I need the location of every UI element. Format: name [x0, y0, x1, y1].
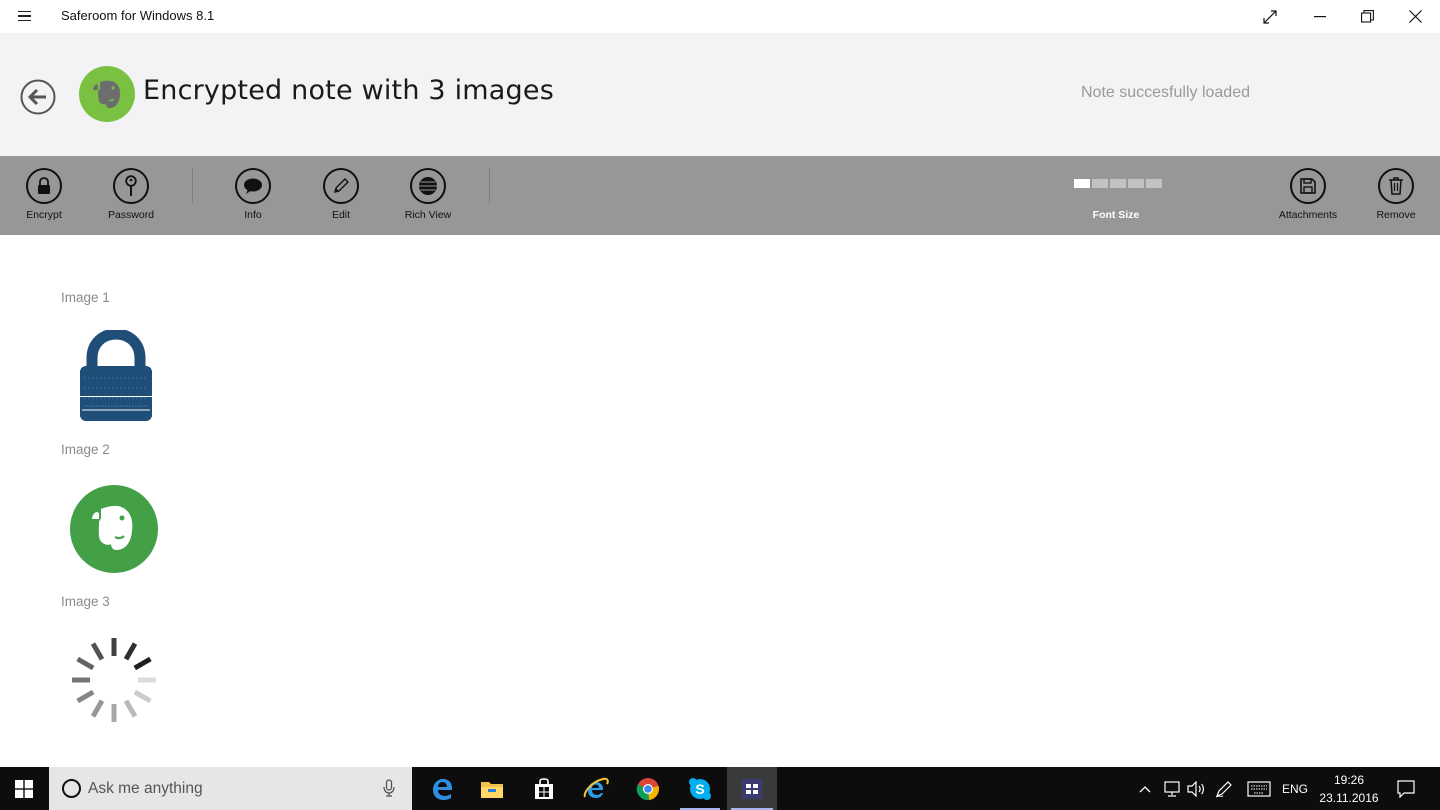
chrome-icon[interactable]: [624, 767, 672, 810]
microphone-icon[interactable]: [383, 779, 395, 801]
fullscreen-icon[interactable]: [1247, 0, 1293, 33]
spinner-tick: [76, 656, 95, 671]
pen-workspace-icon[interactable]: [1212, 767, 1236, 810]
app-title: Saferoom for Windows 8.1: [61, 8, 215, 23]
edit-button[interactable]: Edit: [301, 156, 381, 235]
command-bar: Encrypt Password Info Edit Rich View Att…: [0, 156, 1440, 235]
cortana-icon: [62, 779, 81, 798]
speech-bubble-icon: [235, 168, 271, 204]
rich-view-button[interactable]: Rich View: [388, 156, 468, 235]
input-language[interactable]: ENG: [1278, 767, 1312, 810]
language-label: ENG: [1281, 781, 1308, 796]
spinner-tick: [90, 642, 105, 661]
pencil-icon: [323, 168, 359, 204]
font-size-label: Font Size: [1092, 209, 1140, 221]
file-explorer-icon[interactable]: [468, 767, 516, 810]
attachments-button[interactable]: Attachments: [1268, 156, 1348, 235]
image-2-label: Image 2: [61, 442, 110, 457]
font-size-step[interactable]: [1146, 179, 1162, 188]
image-3-label: Image 3: [61, 594, 110, 609]
taskbar-clock[interactable]: 19:26 23.11.2016: [1317, 771, 1381, 807]
remove-button[interactable]: Remove: [1356, 156, 1436, 235]
spinner-tick: [123, 699, 138, 718]
touch-keyboard-icon[interactable]: [1244, 767, 1274, 810]
windows-start-icon[interactable]: [0, 767, 48, 810]
restore-icon[interactable]: [1344, 0, 1390, 33]
back-button[interactable]: [20, 79, 56, 115]
image-1-label: Image 1: [61, 290, 110, 305]
spinner-tick: [76, 689, 95, 704]
network-icon[interactable]: [1160, 767, 1184, 810]
font-size-slider[interactable]: [1074, 179, 1162, 189]
evernote-elephant-icon: [79, 66, 135, 122]
action-center-icon[interactable]: [1392, 767, 1420, 810]
font-size-step[interactable]: [1128, 179, 1144, 188]
search-placeholder: Ask me anything: [88, 780, 203, 797]
password-button[interactable]: Password: [91, 156, 171, 235]
info-button[interactable]: Info: [213, 156, 293, 235]
font-size-step[interactable]: [1092, 179, 1108, 188]
clock-time: 19:26: [1333, 773, 1365, 787]
toolbar-separator: [489, 168, 490, 203]
volume-icon[interactable]: [1185, 767, 1209, 810]
windows-taskbar: Ask me anything S ENG 19:26 23.11.2016: [0, 767, 1440, 810]
encrypt-label: Encrypt: [26, 209, 62, 221]
internet-explorer-icon[interactable]: [572, 767, 620, 810]
clock-date: 23.11.2016: [1319, 791, 1379, 805]
save-disk-icon: [1290, 168, 1326, 204]
globe-icon: [410, 168, 446, 204]
lock-icon: [26, 168, 62, 204]
saferoom-taskbar-icon[interactable]: [727, 767, 777, 810]
info-label: Info: [244, 209, 262, 221]
remove-label: Remove: [1376, 209, 1416, 221]
hamburger-menu-icon[interactable]: [11, 5, 37, 27]
font-size-step[interactable]: [1074, 179, 1090, 188]
password-label: Password: [107, 209, 155, 221]
spinner-tick: [90, 699, 105, 718]
svg-text:S: S: [695, 781, 704, 797]
note-title: Encrypted note with 3 images: [143, 75, 554, 106]
edge-icon[interactable]: [418, 767, 466, 810]
minimize-icon[interactable]: [1297, 0, 1343, 33]
toolbar-separator: [192, 168, 193, 203]
spinner-tick: [133, 656, 152, 671]
trash-icon: [1378, 168, 1414, 204]
close-icon[interactable]: [1392, 0, 1438, 33]
font-size-step[interactable]: [1110, 179, 1126, 188]
encrypt-button[interactable]: Encrypt: [4, 156, 84, 235]
store-icon[interactable]: [520, 767, 568, 810]
spinner-tick: [123, 642, 138, 661]
protected-image-lock-icon: [70, 328, 160, 421]
evernote-logo-icon: [70, 485, 160, 575]
status-message: Note succesfully loaded: [1081, 84, 1250, 101]
edit-label: Edit: [331, 209, 351, 221]
rich-view-label: Rich View: [404, 209, 452, 221]
attachments-label: Attachments: [1278, 209, 1338, 221]
title-bar: Saferoom for Windows 8.1: [0, 0, 1440, 33]
spinner-tick: [133, 689, 152, 704]
cortana-search-box[interactable]: Ask me anything: [49, 767, 412, 810]
loading-spinner-icon: [70, 634, 160, 724]
key-icon: [113, 168, 149, 204]
show-hidden-icons-chevron-icon[interactable]: [1135, 767, 1155, 810]
back-arrow-icon: [20, 79, 56, 115]
skype-icon[interactable]: S: [676, 767, 724, 810]
